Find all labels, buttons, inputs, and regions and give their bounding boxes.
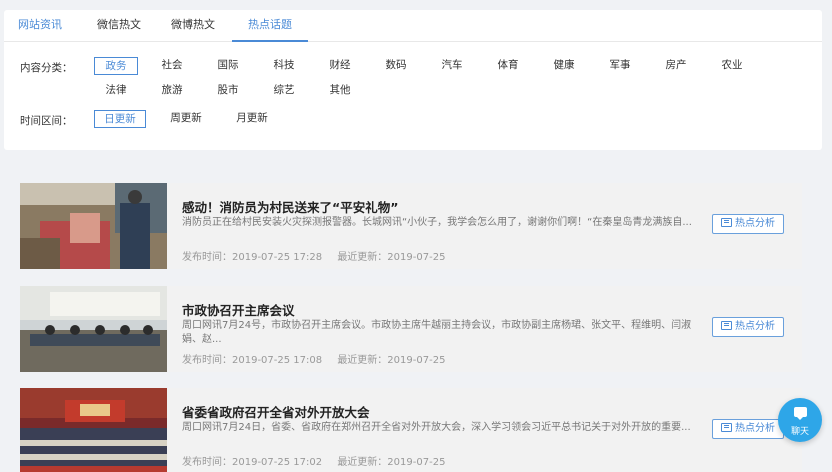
tab-website-news[interactable]: 网站资讯 bbox=[4, 10, 76, 42]
chat-bubble-icon bbox=[793, 407, 807, 420]
category-auto[interactable]: 汽车 bbox=[430, 57, 474, 75]
last-updated: 最近更新：2019-07-25 bbox=[337, 457, 446, 468]
article-card[interactable]: 市政协召开主席会议 周口网讯7月24号，市政协召开主席会议。市政协主席牛越丽主持… bbox=[20, 286, 802, 372]
article-thumbnail[interactable] bbox=[20, 388, 167, 472]
last-updated: 最近更新：2019-07-25 bbox=[337, 355, 446, 366]
publish-time: 发布时间：2019-07-25 17:02 bbox=[182, 457, 323, 468]
time-monthly[interactable]: 月更新 bbox=[226, 110, 278, 128]
category-international[interactable]: 国际 bbox=[206, 57, 250, 75]
publish-time: 发布时间：2019-07-25 17:28 bbox=[182, 252, 323, 263]
article-meta: 发布时间：2019-07-25 17:08 最近更新：2019-07-25 bbox=[182, 351, 445, 366]
category-finance[interactable]: 财经 bbox=[318, 57, 362, 75]
filter-panel: 网站资讯 微信热文 微博热文 热点话题 内容分类： 政务 社会 国际 科技 财经… bbox=[4, 10, 822, 150]
category-agriculture[interactable]: 农业 bbox=[710, 57, 754, 75]
article-summary: 周口网讯7月24日，省委、省政府在郑州召开全省对外开放大会，深入学习领会习近平总… bbox=[182, 422, 691, 433]
tab-wechat-articles[interactable]: 微信热文 bbox=[82, 10, 156, 42]
tab-bar: 网站资讯 微信热文 微博热文 热点话题 bbox=[4, 10, 822, 42]
category-variety[interactable]: 综艺 bbox=[262, 82, 306, 100]
category-society[interactable]: 社会 bbox=[150, 57, 194, 75]
article-meta: 发布时间：2019-07-25 17:02 最近更新：2019-07-25 bbox=[182, 453, 445, 468]
category-other[interactable]: 其他 bbox=[318, 82, 362, 100]
article-title[interactable]: 市政协召开主席会议 bbox=[182, 300, 295, 319]
category-digital[interactable]: 数码 bbox=[374, 57, 418, 75]
last-updated: 最近更新：2019-07-25 bbox=[337, 252, 446, 263]
category-real-estate[interactable]: 房产 bbox=[654, 57, 698, 75]
tab-weibo-articles[interactable]: 微博热文 bbox=[156, 10, 230, 42]
tab-hot-topics[interactable]: 热点话题 bbox=[232, 10, 308, 42]
analysis-icon bbox=[721, 423, 732, 432]
article-summary: 消防员正在给村民安装火灾探测报警器。长城网讯“小伙子，我学会怎么用了，谢谢你们啊… bbox=[182, 217, 692, 228]
hot-analysis-button[interactable]: 热点分析 bbox=[712, 317, 784, 337]
article-title[interactable]: 感动！消防员为村民送来了“平安礼物” bbox=[182, 197, 398, 216]
hot-analysis-button[interactable]: 热点分析 bbox=[712, 419, 784, 439]
analysis-icon bbox=[721, 321, 732, 330]
chat-button[interactable]: 聊天 bbox=[778, 398, 822, 442]
category-travel[interactable]: 旅游 bbox=[150, 82, 194, 100]
chat-label: 聊天 bbox=[790, 427, 809, 437]
article-title[interactable]: 省委省政府召开全省对外开放大会 bbox=[182, 402, 370, 421]
time-filter-label: 时间区间： bbox=[20, 115, 73, 127]
category-military[interactable]: 军事 bbox=[598, 57, 642, 75]
publish-time: 发布时间：2019-07-25 17:08 bbox=[182, 355, 323, 366]
analysis-icon bbox=[721, 218, 732, 227]
article-meta: 发布时间：2019-07-25 17:28 最近更新：2019-07-25 bbox=[182, 248, 445, 263]
article-thumbnail[interactable] bbox=[20, 286, 167, 372]
article-card[interactable]: 省委省政府召开全省对外开放大会 周口网讯7月24日，省委、省政府在郑州召开全省对… bbox=[20, 388, 802, 472]
time-daily[interactable]: 日更新 bbox=[94, 110, 146, 128]
category-politics[interactable]: 政务 bbox=[94, 57, 138, 75]
hot-analysis-button[interactable]: 热点分析 bbox=[712, 214, 784, 234]
article-thumbnail[interactable] bbox=[20, 183, 167, 269]
category-health[interactable]: 健康 bbox=[542, 57, 586, 75]
category-tech[interactable]: 科技 bbox=[262, 57, 306, 75]
article-summary: 周口网讯7月24号，市政协召开主席会议。市政协主席牛越丽主持会议，市政协副主席杨… bbox=[182, 320, 692, 345]
category-filter-label: 内容分类： bbox=[20, 62, 73, 74]
category-stocks[interactable]: 股市 bbox=[206, 82, 250, 100]
article-card[interactable]: 感动！消防员为村民送来了“平安礼物” 消防员正在给村民安装火灾探测报警器。长城网… bbox=[20, 183, 802, 269]
category-law[interactable]: 法律 bbox=[94, 82, 138, 100]
category-sports[interactable]: 体育 bbox=[486, 57, 530, 75]
time-weekly[interactable]: 周更新 bbox=[160, 110, 212, 128]
